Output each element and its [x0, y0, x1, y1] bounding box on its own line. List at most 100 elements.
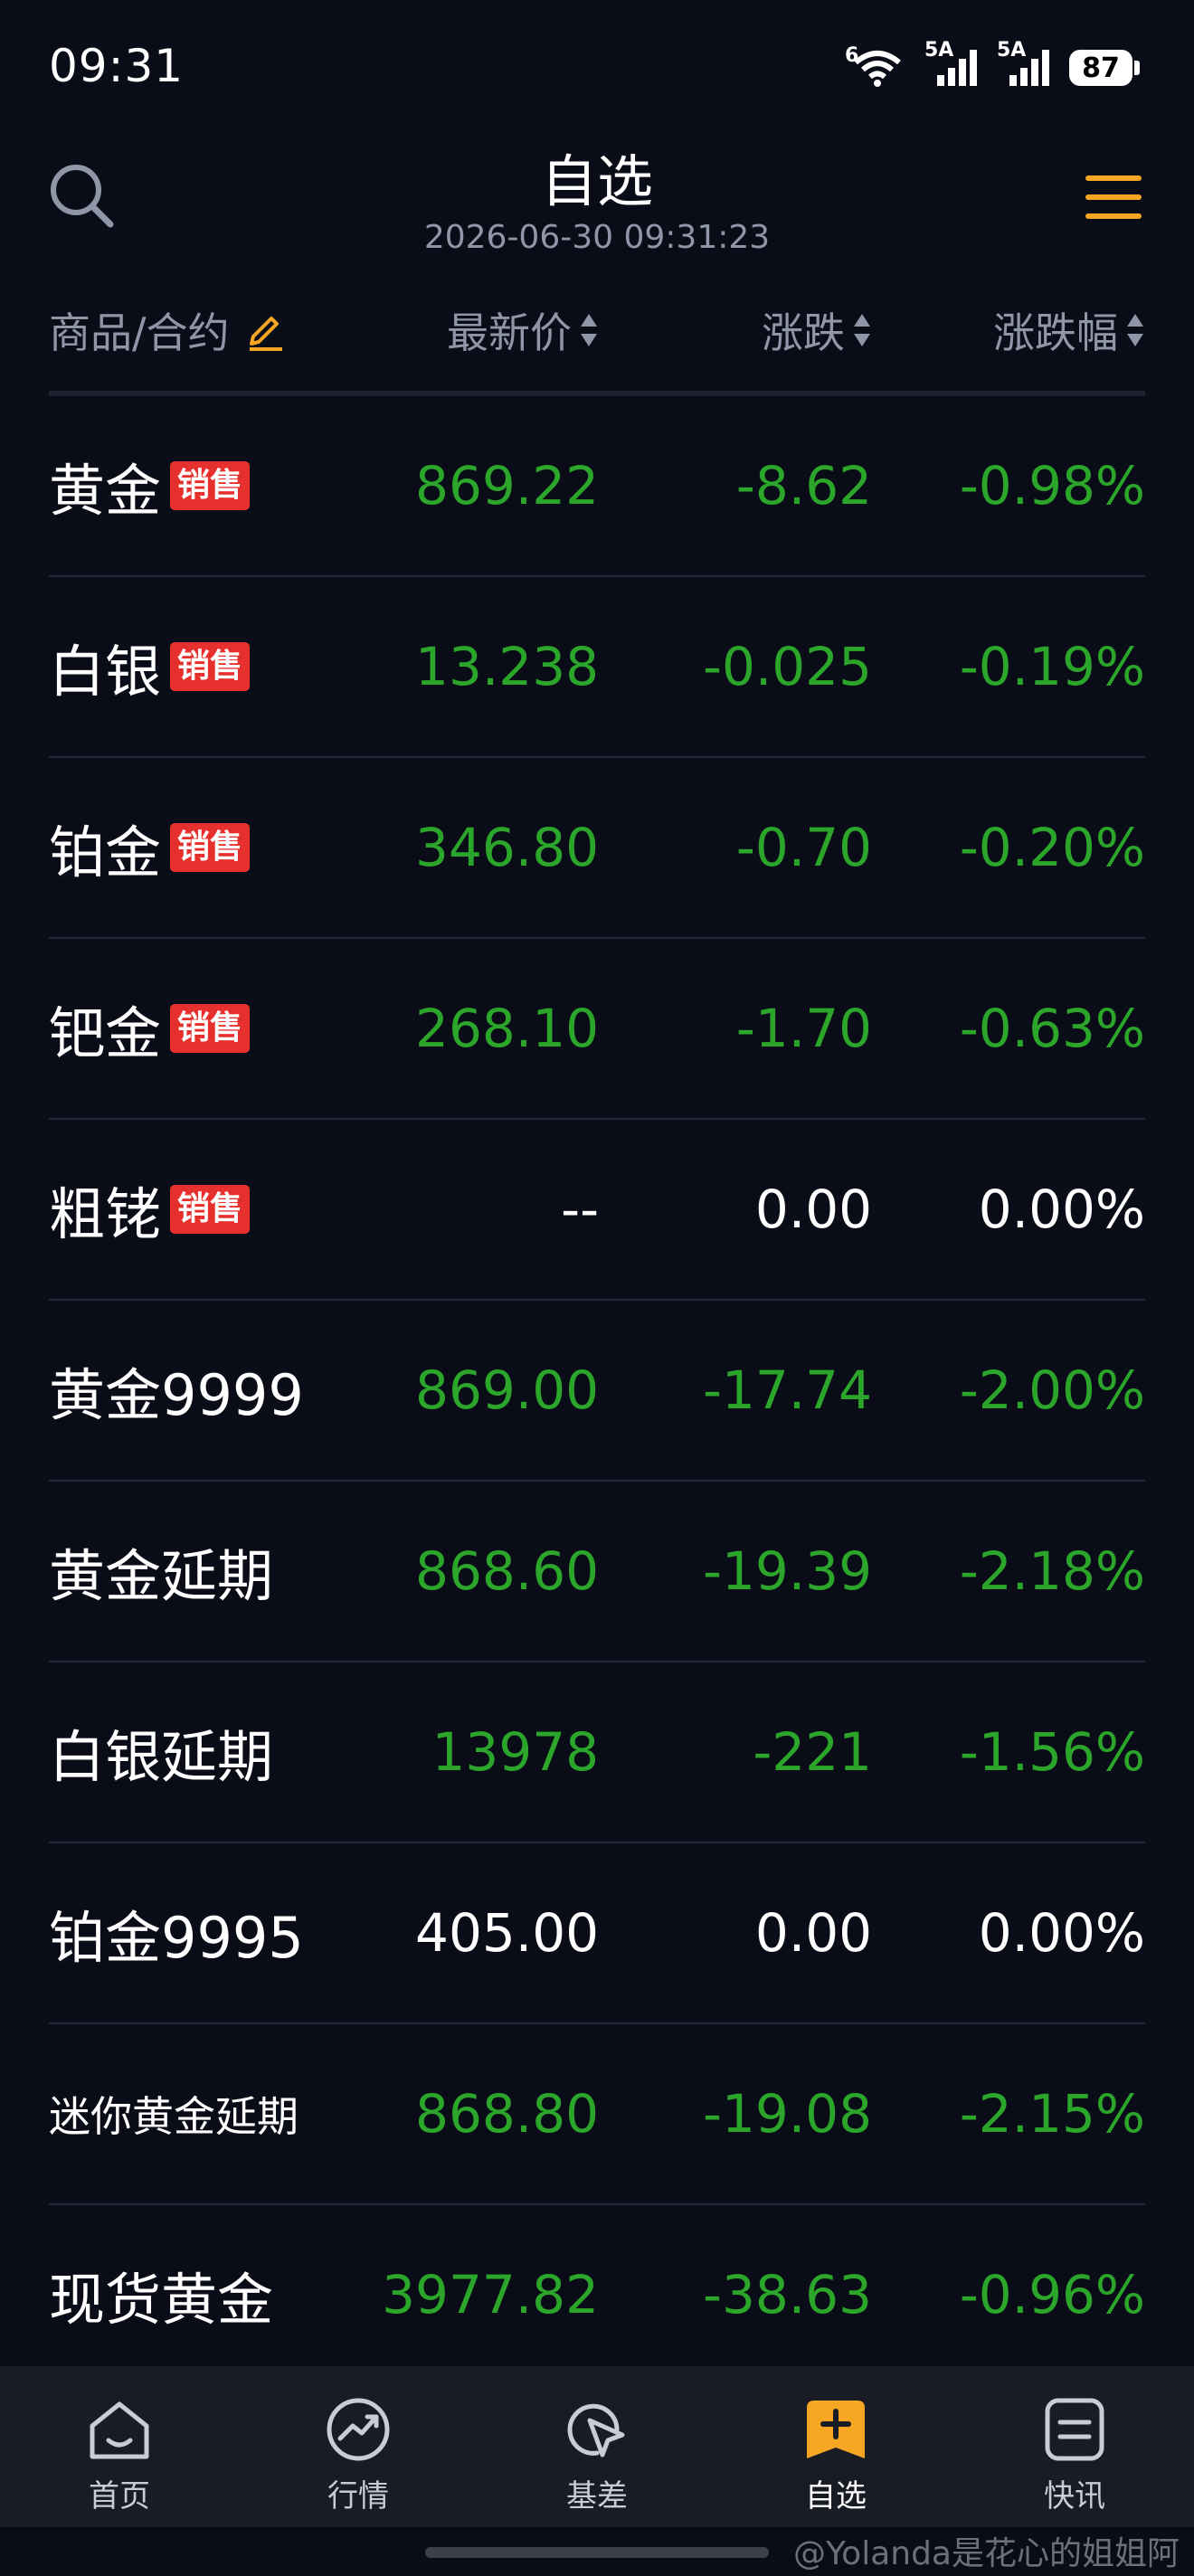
wifi-icon: 6	[845, 44, 905, 88]
signal1-label: 5A	[924, 39, 954, 62]
menu-button[interactable]	[1085, 172, 1142, 223]
quote-name: 白银延期	[49, 1724, 274, 1790]
page-title: 自选	[540, 148, 653, 214]
quote-row[interactable]: 白银 销售 13.238 -0.025 -0.19%	[49, 577, 1145, 758]
quote-change-pct: -2.00%	[959, 1359, 1145, 1421]
sale-tag: 销售	[170, 1004, 251, 1053]
quote-price: 346.80	[415, 817, 599, 878]
hamburger-menu-icon	[1085, 175, 1142, 219]
watermark: @Yolanda是花心的姐姐阿	[792, 2535, 1180, 2572]
market-trend-icon	[327, 2398, 390, 2461]
column-header: 商品/合约 最新价 涨跌 涨跌幅	[49, 289, 1145, 371]
quote-name: 黄金延期	[49, 1543, 274, 1609]
home-icon	[90, 2401, 149, 2459]
tab-watchlist[interactable]: 自选	[716, 2366, 955, 2527]
quote-row[interactable]: 粗铑 销售 -- 0.00 0.00%	[49, 1120, 1145, 1301]
sort-icon	[854, 314, 870, 346]
tab-basis[interactable]: 基差	[478, 2366, 716, 2527]
quote-row[interactable]: 铂金 销售 346.80 -0.70 -0.20%	[49, 758, 1145, 939]
quote-change-pct: -0.20%	[959, 817, 1145, 878]
quote-row[interactable]: 黄金9999 869.00 -17.74 -2.00%	[49, 1301, 1145, 1482]
quote-row[interactable]: 现货黄金 3977.82 -38.63 -0.96%	[49, 2205, 1145, 2386]
battery-icon: 87	[1069, 50, 1140, 86]
tab-label: 基差	[566, 2478, 628, 2514]
watchlist-add-icon	[807, 2401, 865, 2458]
quote-change-pct: -0.98%	[959, 455, 1145, 516]
column-price-sort[interactable]: 最新价	[447, 300, 599, 360]
quote-change-pct: -0.96%	[959, 2264, 1145, 2325]
status-bar: 09:31 6 5A 5A 87	[0, 0, 1194, 136]
signal2-label: 5A	[997, 39, 1027, 62]
quote-change-pct: -0.63%	[959, 998, 1145, 1059]
home-indicator[interactable]	[425, 2547, 769, 2558]
quote-name: 白银	[49, 639, 162, 705]
column-price-label: 最新价	[447, 308, 572, 357]
quote-name: 粗铑	[49, 1181, 162, 1247]
tab-home[interactable]: 首页	[0, 2366, 239, 2527]
quote-change: -19.39	[703, 1540, 872, 1602]
update-timestamp: 2026-06-30 09:31:23	[423, 219, 771, 256]
quote-price: 13.238	[415, 636, 599, 697]
status-time: 09:31	[49, 40, 185, 92]
quote-change: -0.025	[703, 636, 872, 697]
quote-name-cell: 钯金 销售	[49, 939, 251, 1118]
quote-name-cell: 铂金 销售	[49, 758, 251, 937]
quote-name: 铂金9995	[49, 1905, 304, 1971]
quote-name-cell: 黄金9999	[49, 1301, 304, 1480]
column-name-label: 商品/合约	[49, 308, 230, 357]
tab-label: 行情	[327, 2478, 389, 2514]
quote-price: 268.10	[415, 998, 599, 1059]
quote-name: 黄金	[49, 458, 162, 524]
quote-change: 0.00	[754, 1902, 872, 1964]
quote-row[interactable]: 铂金9995 405.00 0.00 0.00%	[49, 1843, 1145, 2024]
tab-label: 自选	[805, 2478, 867, 2514]
quote-change-pct: -2.15%	[959, 2083, 1145, 2145]
quote-row[interactable]: 白银延期 13978 -221 -1.56%	[49, 1662, 1145, 1843]
quote-name-cell: 现货黄金	[49, 2205, 273, 2384]
wifi-label: 6	[845, 44, 859, 67]
quote-row[interactable]: 黄金延期 868.60 -19.39 -2.18%	[49, 1482, 1145, 1662]
signal-icon-2: 5A	[997, 39, 1049, 88]
quote-list: 黄金 销售 869.22 -8.62 -0.98% 白银 销售 13.238 -…	[49, 396, 1145, 2386]
quote-price: 3977.82	[382, 2264, 599, 2325]
quote-name: 钯金	[49, 1000, 162, 1066]
battery-nub	[1134, 61, 1140, 75]
quote-price: 405.00	[415, 1902, 599, 1964]
column-change-label: 涨跌	[762, 308, 845, 357]
quote-name-cell: 白银延期	[49, 1662, 273, 1842]
quote-change-pct: -2.18%	[959, 1540, 1145, 1602]
quote-price: 868.60	[415, 1540, 599, 1602]
column-pct-sort[interactable]: 涨跌幅	[993, 300, 1145, 360]
quote-name: 迷你黄金延期	[49, 2092, 298, 2141]
quote-change: -17.74	[703, 1359, 872, 1421]
quote-name: 现货黄金	[49, 2267, 274, 2333]
sort-icon	[581, 314, 597, 346]
sale-tag: 销售	[170, 642, 251, 691]
quote-change-pct: 0.00%	[978, 1179, 1145, 1240]
quote-change: -1.70	[735, 998, 872, 1059]
quote-row[interactable]: 黄金 销售 869.22 -8.62 -0.98%	[49, 396, 1145, 577]
sale-tag: 销售	[170, 461, 251, 510]
tab-market[interactable]: 行情	[239, 2366, 478, 2527]
quote-row[interactable]: 迷你黄金延期 868.80 -19.08 -2.15%	[49, 2024, 1145, 2205]
header: 自选 2026-06-30 09:31:23	[0, 136, 1194, 271]
quote-change: -19.08	[703, 2083, 872, 2145]
quote-price: 869.00	[415, 1359, 599, 1421]
quote-price: 869.22	[415, 455, 599, 516]
news-flash-icon	[1045, 2398, 1104, 2461]
tab-label: 快讯	[1044, 2478, 1105, 2514]
quote-change: -8.62	[735, 455, 872, 516]
quote-name: 铂金	[49, 819, 162, 886]
column-name-edit[interactable]: 商品/合约	[49, 300, 286, 360]
signal-icon-1: 5A	[924, 39, 977, 88]
quote-name-cell: 黄金延期	[49, 1482, 273, 1661]
quote-price: 868.80	[415, 2083, 599, 2145]
quote-name-cell: 黄金 销售	[49, 396, 251, 575]
quote-row[interactable]: 钯金 销售 268.10 -1.70 -0.63%	[49, 939, 1145, 1120]
tab-news[interactable]: 快讯	[955, 2366, 1194, 2527]
bottom-tab-bar: 首页 行情 基差 自选 快讯	[0, 2366, 1194, 2527]
quote-name-cell: 白银 销售	[49, 577, 251, 756]
column-change-sort[interactable]: 涨跌	[762, 300, 872, 360]
quote-name: 黄金9999	[49, 1362, 304, 1428]
edit-pencil-icon	[249, 317, 282, 351]
